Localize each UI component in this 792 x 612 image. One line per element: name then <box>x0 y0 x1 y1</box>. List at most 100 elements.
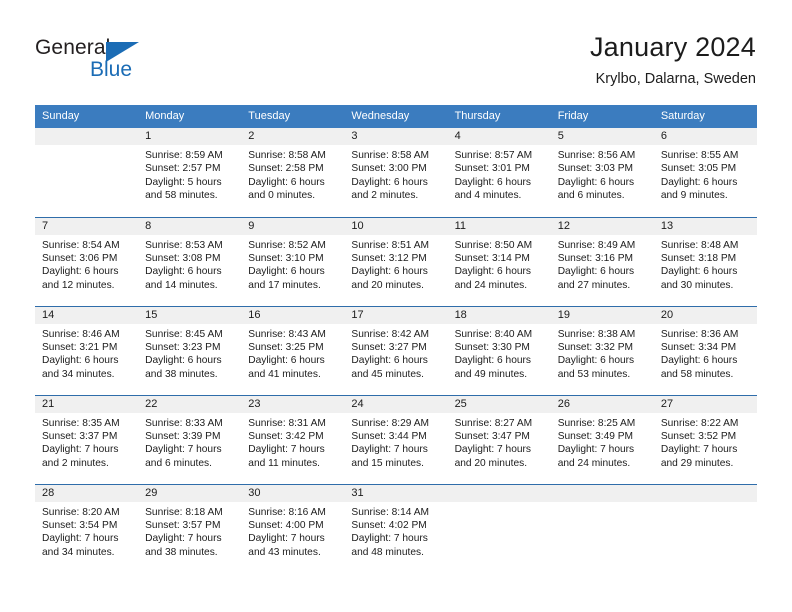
calendar-day-cell[interactable]: 12 Sunrise: 8:49 AM Sunset: 3:16 PM Dayligh… <box>550 216 654 306</box>
calendar-day-cell[interactable]: 28 Sunrise: 8:20 AM Sunset: 3:54 PM Dayligh… <box>35 483 139 573</box>
day-cell-inner: 15 Sunrise: 8:45 AM Sunset: 3:23 PM Dayligh… <box>138 306 242 395</box>
day-detail-line: Sunrise: 8:58 AM <box>351 150 430 161</box>
day-detail-line: and 20 minutes. <box>351 279 424 291</box>
day-detail-line: Sunrise: 8:53 AM <box>145 239 223 251</box>
day-detail-line: Sunset: 3:06 PM <box>42 252 118 264</box>
calendar-day-cell[interactable]: 3 Sunrise: 8:58 AM Sunset: 3:00 PM Daylight… <box>344 128 448 217</box>
day-detail-line: Daylight: 6 hours <box>660 355 738 367</box>
day-cell-inner: 25 Sunrise: 8:27 AM Sunset: 3:47 PM Dayligh… <box>447 395 551 484</box>
day-cell-inner: 30 Sunrise: 8:16 AM Sunset: 4:00 PM Dayligh… <box>241 484 345 573</box>
calendar-day-cell[interactable]: 7 Sunrise: 8:54 AM Sunset: 3:06 PM Daylight… <box>35 216 139 306</box>
day-number: 23 <box>241 395 345 413</box>
day-detail-line: Sunset: 3:05 PM <box>660 163 737 175</box>
day-number <box>447 484 551 502</box>
calendar-day-cell[interactable]: 29 Sunrise: 8:18 AM Sunset: 3:57 PM Dayligh… <box>138 483 242 573</box>
calendar-day-cell[interactable]: 18 Sunrise: 8:40 AM Sunset: 3:30 PM Dayligh… <box>447 305 551 395</box>
calendar-day-cell[interactable]: 17 Sunrise: 8:42 AM Sunset: 3:27 PM Dayligh… <box>344 305 448 395</box>
day-cell-details: Sunrise: 8:16 AM Sunset: 4:00 PM Daylight:… <box>241 501 345 573</box>
calendar-day-cell[interactable]: 6 Sunrise: 8:55 AM Sunset: 3:05 PM Daylight… <box>653 128 757 217</box>
day-cell-details: Sunrise: 8:59 AM Sunset: 2:57 PM Daylight:… <box>138 145 242 217</box>
day-number: 2 <box>241 128 345 145</box>
day-cell-details <box>550 501 654 573</box>
calendar-day-cell[interactable]: 26 Sunrise: 8:25 AM Sunset: 3:49 PM Dayligh… <box>550 394 654 484</box>
day-number: 30 <box>241 484 345 502</box>
calendar-day-cell[interactable]: 1 Sunrise: 8:59 AM Sunset: 2:57 PM Daylight… <box>138 128 242 217</box>
calendar-week-row: 14 Sunrise: 8:46 AM Sunset: 3:21 PM Dayligh… <box>35 305 757 395</box>
day-number: 3 <box>344 128 448 145</box>
day-detail-line: and 17 minutes. <box>248 279 321 291</box>
day-detail-line: Daylight: 7 hours <box>248 533 325 545</box>
brand-name-general: General <box>35 36 111 59</box>
calendar-day-cell[interactable]: 31 Sunrise: 8:14 AM Sunset: 4:02 PM Dayligh… <box>344 483 448 573</box>
calendar-day-cell[interactable]: 24 Sunrise: 8:29 AM Sunset: 3:44 PM Dayligh… <box>344 394 448 484</box>
day-cell-inner: 9 Sunrise: 8:52 AM Sunset: 3:10 PM Daylight… <box>241 217 345 306</box>
calendar-day-cell[interactable]: 4 Sunrise: 8:57 AM Sunset: 3:01 PM Daylight… <box>447 128 551 217</box>
calendar-day-cell[interactable]: 21 Sunrise: 8:35 AM Sunset: 3:37 PM Dayligh… <box>35 394 139 484</box>
weekday-header-thursday: Thursday <box>447 105 551 128</box>
day-detail-line: Daylight: 6 hours <box>351 176 428 188</box>
day-number: 27 <box>653 395 757 413</box>
calendar-day-cell[interactable]: 30 Sunrise: 8:16 AM Sunset: 4:00 PM Dayligh… <box>241 483 345 573</box>
day-cell-inner: 14 Sunrise: 8:46 AM Sunset: 3:21 PM Dayligh… <box>35 306 139 395</box>
calendar-day-cell[interactable]: 16 Sunrise: 8:43 AM Sunset: 3:25 PM Dayligh… <box>241 305 345 395</box>
calendar-page: General Blue January 2024 Krylbo, Dalarn… <box>0 0 792 612</box>
day-detail-line: Sunrise: 8:57 AM <box>454 150 533 161</box>
day-cell-inner: 10 Sunrise: 8:51 AM Sunset: 3:12 PM Dayligh… <box>344 217 448 306</box>
day-detail-line: Sunrise: 8:33 AM <box>145 417 223 429</box>
calendar-day-cell[interactable]: 9 Sunrise: 8:52 AM Sunset: 3:10 PM Daylight… <box>241 216 345 306</box>
weekday-header-row: Sunday Monday Tuesday Wednesday Thursday… <box>35 105 757 128</box>
day-number: 8 <box>138 217 242 235</box>
day-cell-inner: 27 Sunrise: 8:22 AM Sunset: 3:52 PM Dayligh… <box>653 395 757 484</box>
day-detail-line: Sunrise: 8:49 AM <box>557 239 636 251</box>
day-detail-line: Daylight: 7 hours <box>351 533 428 545</box>
day-number: 22 <box>138 395 242 413</box>
day-number: 16 <box>241 306 345 324</box>
calendar-day-cell[interactable]: 10 Sunrise: 8:51 AM Sunset: 3:12 PM Dayligh… <box>344 216 448 306</box>
day-cell-inner <box>653 484 757 573</box>
day-detail-line: Sunset: 3:21 PM <box>42 341 118 353</box>
calendar-day-cell[interactable]: 19 Sunrise: 8:38 AM Sunset: 3:32 PM Dayligh… <box>550 305 654 395</box>
day-detail-line: Sunrise: 8:22 AM <box>660 417 739 429</box>
day-detail-line: and 48 minutes. <box>351 546 424 558</box>
day-cell-details: Sunrise: 8:25 AM Sunset: 3:49 PM Daylight:… <box>550 412 654 484</box>
day-cell-details: Sunrise: 8:42 AM Sunset: 3:27 PM Daylight:… <box>344 323 448 395</box>
calendar-day-cell[interactable]: 14 Sunrise: 8:46 AM Sunset: 3:21 PM Dayligh… <box>35 305 139 395</box>
day-cell-inner: 28 Sunrise: 8:20 AM Sunset: 3:54 PM Dayligh… <box>35 484 139 573</box>
day-cell-details: Sunrise: 8:33 AM Sunset: 3:39 PM Daylight:… <box>138 412 242 484</box>
day-cell-inner: 13 Sunrise: 8:48 AM Sunset: 3:18 PM Dayligh… <box>653 217 757 306</box>
calendar-day-cell[interactable]: 15 Sunrise: 8:45 AM Sunset: 3:23 PM Dayligh… <box>138 305 242 395</box>
brand-logo[interactable]: General Blue <box>35 36 255 92</box>
day-detail-line: Sunset: 3:16 PM <box>557 252 634 264</box>
day-cell-inner: 22 Sunrise: 8:33 AM Sunset: 3:39 PM Dayligh… <box>138 395 242 484</box>
day-detail-line: Sunrise: 8:27 AM <box>454 417 533 429</box>
calendar-day-cell[interactable]: 20 Sunrise: 8:36 AM Sunset: 3:34 PM Dayligh… <box>653 305 757 395</box>
day-detail-line: and 38 minutes. <box>145 546 218 558</box>
day-cell-details: Sunrise: 8:53 AM Sunset: 3:08 PM Daylight:… <box>138 234 242 306</box>
day-detail-line: and 4 minutes. <box>454 190 522 202</box>
day-detail-line: Sunrise: 8:52 AM <box>248 239 326 251</box>
day-number: 31 <box>344 484 448 502</box>
day-detail-line: Sunset: 3:00 PM <box>351 163 427 175</box>
calendar-day-cell[interactable]: 8 Sunrise: 8:53 AM Sunset: 3:08 PM Daylight… <box>138 216 242 306</box>
day-number: 20 <box>653 306 757 324</box>
calendar-day-cell[interactable]: 27 Sunrise: 8:22 AM Sunset: 3:52 PM Dayligh… <box>653 394 757 484</box>
day-cell-details: Sunrise: 8:43 AM Sunset: 3:25 PM Daylight:… <box>241 323 345 395</box>
calendar-day-cell[interactable]: 2 Sunrise: 8:58 AM Sunset: 2:58 PM Daylight… <box>241 128 345 217</box>
day-detail-line: Daylight: 7 hours <box>557 444 635 456</box>
day-detail-line: Daylight: 6 hours <box>454 176 532 188</box>
calendar-day-cell[interactable]: 25 Sunrise: 8:27 AM Sunset: 3:47 PM Dayligh… <box>447 394 551 484</box>
calendar-week-row: 21 Sunrise: 8:35 AM Sunset: 3:37 PM Dayligh… <box>35 394 757 484</box>
calendar-day-cell[interactable]: 23 Sunrise: 8:31 AM Sunset: 3:42 PM Dayligh… <box>241 394 345 484</box>
day-cell-details: Sunrise: 8:20 AM Sunset: 3:54 PM Daylight:… <box>35 501 139 573</box>
day-detail-line: Daylight: 6 hours <box>351 355 428 367</box>
day-detail-line: and 58 minutes. <box>660 368 734 380</box>
calendar-day-cell[interactable]: 13 Sunrise: 8:48 AM Sunset: 3:18 PM Dayligh… <box>653 216 757 306</box>
day-number: 9 <box>241 217 345 235</box>
day-cell-details: Sunrise: 8:58 AM Sunset: 2:58 PM Daylight:… <box>241 145 345 217</box>
day-detail-line: Daylight: 6 hours <box>248 266 325 278</box>
calendar-day-cell[interactable]: 11 Sunrise: 8:50 AM Sunset: 3:14 PM Dayligh… <box>447 216 551 306</box>
day-detail-line: Sunrise: 8:46 AM <box>42 328 120 340</box>
calendar-day-cell[interactable]: 5 Sunrise: 8:56 AM Sunset: 3:03 PM Daylight… <box>550 128 654 217</box>
calendar-day-cell[interactable]: 22 Sunrise: 8:33 AM Sunset: 3:39 PM Dayligh… <box>138 394 242 484</box>
day-cell-details: Sunrise: 8:45 AM Sunset: 3:23 PM Daylight:… <box>138 323 242 395</box>
